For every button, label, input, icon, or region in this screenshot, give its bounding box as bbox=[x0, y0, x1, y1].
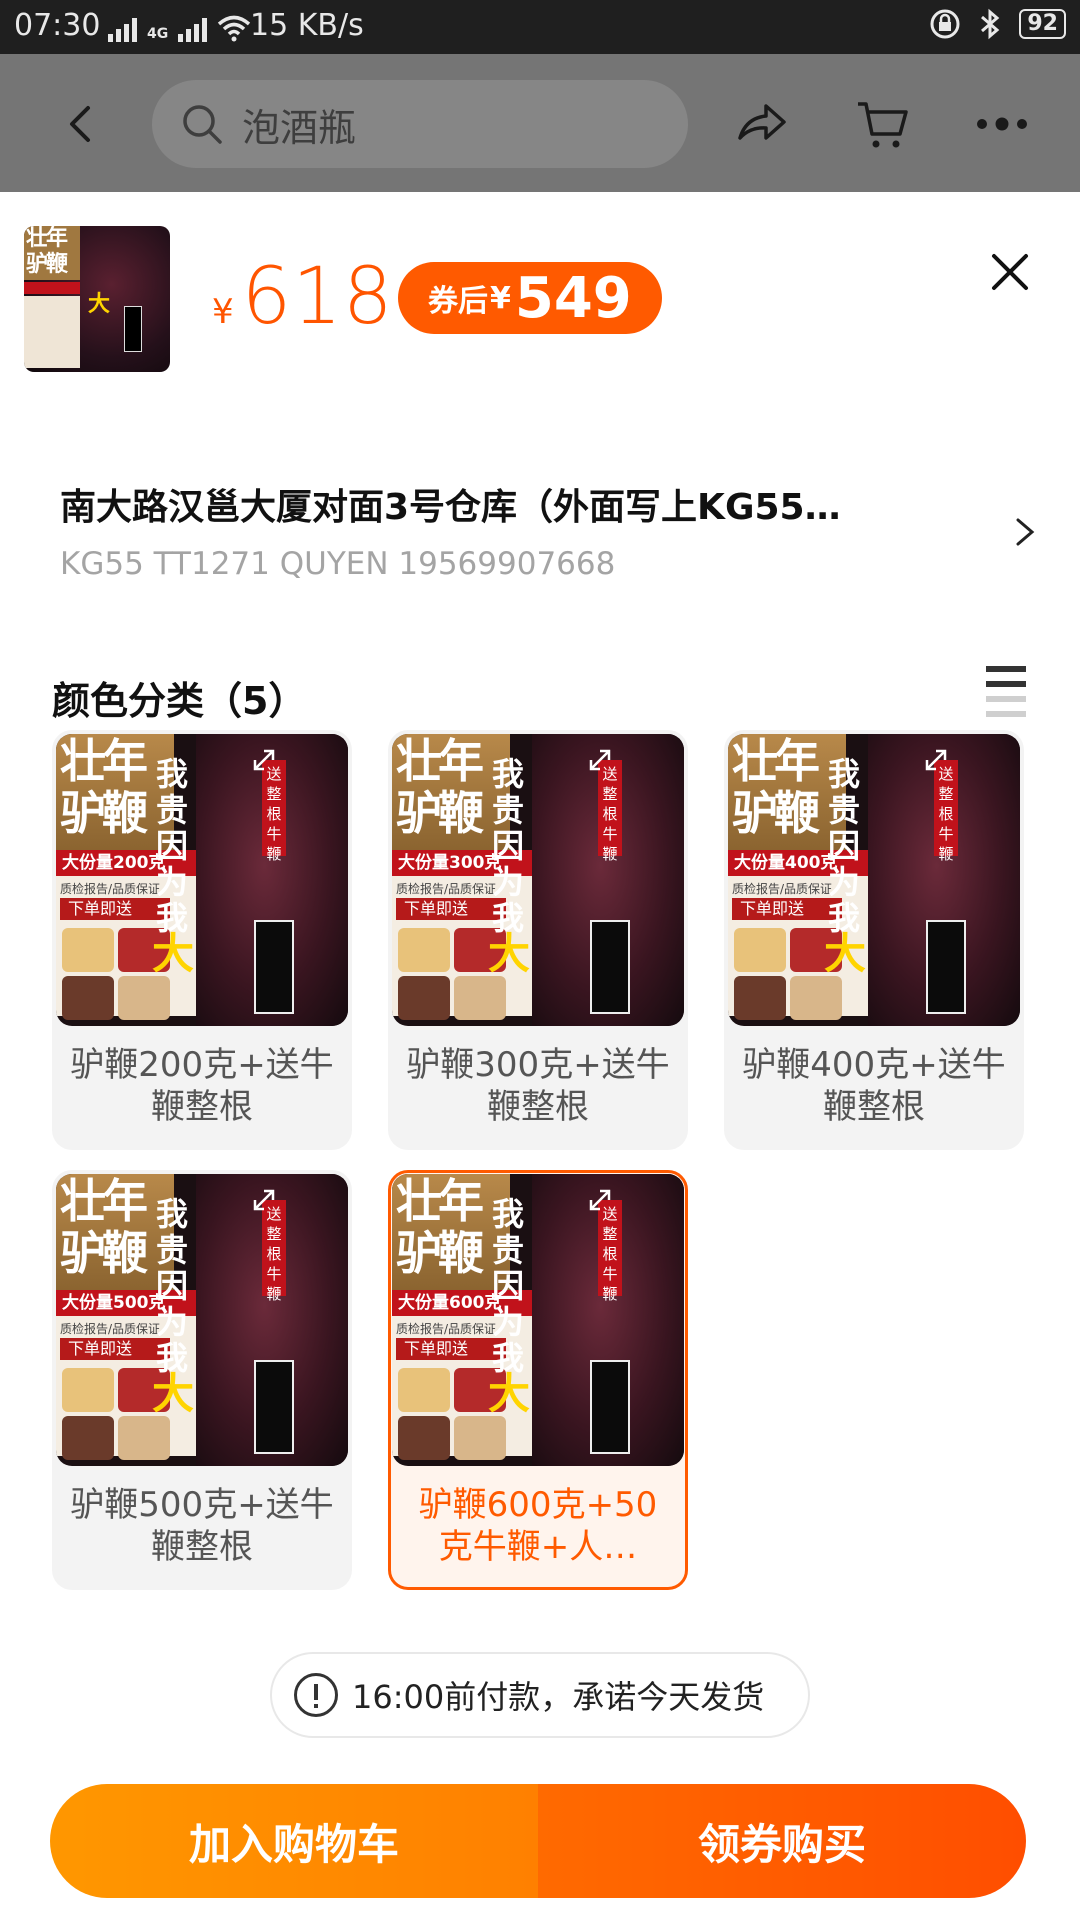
signal-icon bbox=[108, 16, 137, 42]
shipping-notice: 16:00前付款，承诺今天发货 bbox=[270, 1652, 810, 1738]
bluetooth-icon bbox=[981, 8, 1000, 40]
image-slogan: 我贵因为我 bbox=[155, 755, 188, 937]
price-value: 618 bbox=[241, 252, 394, 342]
image-title-top: 壮年 bbox=[396, 1174, 484, 1228]
image-side-tag: 送整根牛鞭 bbox=[262, 760, 286, 863]
variant-image: 壮年 驴鞭 大份量600克 质检报告/品质保证 下单即送 我贵因为我大 送整根牛… bbox=[392, 1174, 684, 1466]
signal-group: 4G bbox=[108, 6, 251, 42]
status-time: 07:30 bbox=[14, 8, 101, 43]
wifi-icon bbox=[218, 15, 251, 42]
image-side-tag: 送整根牛鞭 bbox=[598, 760, 622, 863]
coupon-price: 549 bbox=[514, 265, 632, 331]
list-view-icon[interactable] bbox=[986, 666, 1026, 717]
sku-sheet: 壮年 驴鞭 大 ¥ 618 券后 ¥ 549 南大路汉邕大厦对面3号仓库（外面写… bbox=[0, 192, 1080, 1920]
product-thumbnail[interactable]: 壮年 驴鞭 大 bbox=[24, 226, 170, 372]
network-type: 4G bbox=[147, 26, 169, 42]
image-slogan-big: 大 bbox=[488, 1369, 531, 1418]
variant-card-4[interactable]: 壮年 驴鞭 大份量500克 质检报告/品质保证 下单即送 我贵因为我大 送整根牛… bbox=[52, 1170, 352, 1590]
image-title-bottom: 驴鞭 bbox=[396, 786, 484, 840]
variant-name: 驴鞭400克+送牛鞭整根 bbox=[742, 1045, 1006, 1127]
status-bar: 07:30 4G 15 KB/s 92 bbox=[0, 0, 1080, 54]
variant-image: 壮年 驴鞭 大份量500克 质检报告/品质保证 下单即送 我贵因为我大 送整根牛… bbox=[56, 1174, 348, 1466]
chevron-right-icon[interactable] bbox=[1010, 512, 1040, 552]
image-slogan-big: 大 bbox=[152, 1369, 195, 1418]
image-side-tag: 送整根牛鞭 bbox=[934, 760, 958, 863]
add-to-cart-button[interactable]: 加入购物车 bbox=[50, 1784, 538, 1898]
variant-name: 驴鞭600克+50克牛鞭+人… bbox=[418, 1485, 658, 1567]
image-title-top: 壮年 bbox=[396, 734, 484, 788]
image-quality-text: 质检报告/品质保证 bbox=[396, 882, 497, 896]
thumbnail-title-2: 驴鞭 bbox=[26, 252, 68, 277]
variant-card-1[interactable]: 壮年 驴鞭 大份量200克 质检报告/品质保证 下单即送 我贵因为我大 送整根牛… bbox=[52, 730, 352, 1150]
coupon-label: 券后 bbox=[428, 284, 488, 319]
search-placeholder: 泡酒瓶 bbox=[242, 105, 357, 150]
notice-text: 16:00前付款，承诺今天发货 bbox=[352, 1678, 765, 1716]
image-title-top: 壮年 bbox=[60, 1174, 148, 1228]
image-quality-text: 质检报告/品质保证 bbox=[732, 882, 833, 896]
image-title-top: 壮年 bbox=[60, 734, 148, 788]
image-quality-text: 质检报告/品质保证 bbox=[396, 1322, 497, 1336]
info-icon bbox=[294, 1673, 338, 1717]
image-title-bottom: 驴鞭 bbox=[60, 1226, 148, 1280]
expand-icon[interactable] bbox=[252, 1188, 276, 1212]
search-icon bbox=[183, 105, 222, 144]
image-title-bottom: 驴鞭 bbox=[396, 1226, 484, 1280]
variant-image: 壮年 驴鞭 大份量400克 质检报告/品质保证 下单即送 我贵因为我大 送整根牛… bbox=[728, 734, 1020, 1026]
variant-name: 驴鞭300克+送牛鞭整根 bbox=[406, 1045, 670, 1127]
image-slogan-big: 大 bbox=[152, 929, 195, 978]
thumbnail-title: 壮年 bbox=[26, 226, 68, 251]
address-line-2: KG55 TT1271 QUYEN 19569907668 bbox=[60, 546, 616, 582]
price-currency: ¥ bbox=[212, 292, 234, 332]
image-quality-text: 质检报告/品质保证 bbox=[60, 882, 161, 896]
image-slogan: 我贵因为我 bbox=[491, 755, 524, 937]
image-side-tag: 送整根牛鞭 bbox=[598, 1200, 622, 1303]
signal-icon-2 bbox=[178, 16, 208, 42]
variant-card-3[interactable]: 壮年 驴鞭 大份量400克 质检报告/品质保证 下单即送 我贵因为我大 送整根牛… bbox=[724, 730, 1024, 1150]
shipping-address[interactable]: 南大路汉邕大厦对面3号仓库（外面写上KG55… KG55 TT1271 QUYE… bbox=[60, 478, 980, 582]
variant-card-2[interactable]: 壮年 驴鞭 大份量300克 质检报告/品质保证 下单即送 我贵因为我大 送整根牛… bbox=[388, 730, 688, 1150]
image-slogan-big: 大 bbox=[488, 929, 531, 978]
status-right: 92 bbox=[929, 8, 1066, 40]
expand-icon[interactable] bbox=[588, 748, 612, 772]
back-icon[interactable] bbox=[50, 94, 110, 154]
expand-icon[interactable] bbox=[924, 748, 948, 772]
close-icon[interactable] bbox=[986, 248, 1034, 296]
image-quality-text: 质检报告/品质保证 bbox=[60, 1322, 161, 1336]
expand-icon[interactable] bbox=[252, 748, 276, 772]
image-title-top: 壮年 bbox=[732, 734, 820, 788]
address-line-1: 南大路汉邕大厦对面3号仓库（外面写上KG55… bbox=[60, 487, 841, 528]
share-icon[interactable] bbox=[732, 94, 792, 154]
variant-name: 驴鞭200克+送牛鞭整根 bbox=[70, 1045, 334, 1127]
image-side-tag: 送整根牛鞭 bbox=[262, 1200, 286, 1303]
coupon-currency: ¥ bbox=[490, 280, 511, 316]
variant-image: 壮年 驴鞭 大份量300克 质检报告/品质保证 下单即送 我贵因为我大 送整根牛… bbox=[392, 734, 684, 1026]
coupon-price-badge: 券后 ¥ 549 bbox=[398, 262, 662, 334]
network-speed: 15 KB/s bbox=[250, 8, 364, 43]
lock-rotation-icon bbox=[930, 9, 960, 39]
image-slogan-big: 大 bbox=[824, 929, 867, 978]
image-slogan: 我贵因为我 bbox=[155, 1195, 188, 1377]
variant-image: 壮年 驴鞭 大份量200克 质检报告/品质保证 下单即送 我贵因为我大 送整根牛… bbox=[56, 734, 348, 1026]
image-slogan: 我贵因为我 bbox=[827, 755, 860, 937]
search-input[interactable]: 泡酒瓶 bbox=[152, 80, 688, 168]
variant-card-5[interactable]: 壮年 驴鞭 大份量600克 质检报告/品质保证 下单即送 我贵因为我大 送整根牛… bbox=[388, 1170, 688, 1590]
expand-icon[interactable] bbox=[588, 1188, 612, 1212]
image-title-bottom: 驴鞭 bbox=[732, 786, 820, 840]
cart-icon[interactable] bbox=[852, 94, 912, 154]
battery-indicator: 92 bbox=[1019, 9, 1066, 39]
more-icon[interactable] bbox=[972, 94, 1032, 154]
variants-title: 颜色分类（5） bbox=[52, 679, 307, 723]
action-buttons: 加入购物车 领券购买 bbox=[50, 1784, 1026, 1898]
image-slogan: 我贵因为我 bbox=[491, 1195, 524, 1377]
buy-button[interactable]: 领券购买 bbox=[538, 1784, 1026, 1898]
variant-name: 驴鞭500克+送牛鞭整根 bbox=[70, 1485, 334, 1567]
top-nav-bar: 泡酒瓶 bbox=[0, 54, 1080, 192]
image-title-bottom: 驴鞭 bbox=[60, 786, 148, 840]
price: ¥ 618 bbox=[212, 252, 394, 342]
thumbnail-slogan: 大 bbox=[88, 292, 111, 317]
